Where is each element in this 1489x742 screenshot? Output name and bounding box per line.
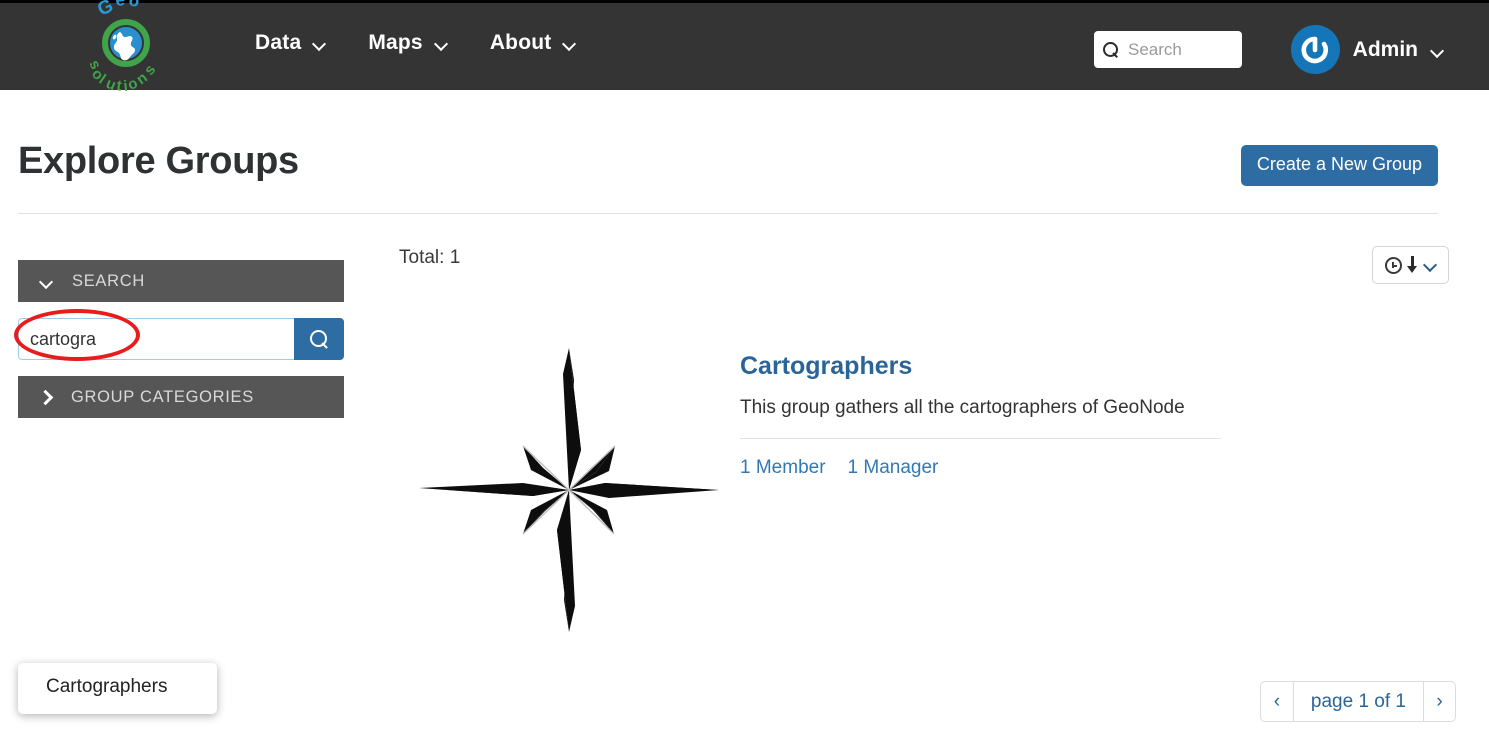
power-avatar-icon [1301, 36, 1329, 63]
group-categories-panel-header[interactable]: GROUP CATEGORIES [18, 376, 344, 418]
chevron-down-icon [1423, 260, 1437, 270]
nav-item-maps-label: Maps [368, 31, 423, 54]
search-icon [309, 329, 329, 349]
main-nav: Data Maps About [255, 31, 576, 55]
geosolutions-logo[interactable]: G e o s o l u t i o n s [76, 0, 176, 95]
chevron-down-icon [40, 277, 53, 285]
sidebar-search-row [14, 309, 344, 361]
filter-sidebar: SEARCH GROUP CATEGORIES Cartographers [14, 260, 344, 714]
pagination-next-button[interactable]: › [1423, 681, 1456, 722]
pagination-label: page 1 of 1 [1292, 681, 1423, 722]
header-search-input[interactable] [1128, 39, 1233, 60]
card-separator [740, 438, 1221, 439]
chevron-down-icon [563, 39, 576, 47]
svg-text:o: o [127, 0, 141, 11]
avatar[interactable] [1290, 25, 1340, 74]
chevron-down-icon [435, 39, 448, 47]
search-panel-header[interactable]: SEARCH [18, 260, 344, 302]
clock-icon [1384, 256, 1402, 274]
compass-rose-icon [419, 348, 719, 632]
site-header: G e o s o l u t i o n s Data Maps About [0, 0, 1489, 95]
search-icon [1103, 41, 1119, 58]
results-total-label: Total: 1 [399, 247, 461, 268]
svg-text:e: e [114, 0, 125, 10]
chevron-down-icon [1431, 46, 1444, 54]
arrow-down-icon [1407, 256, 1418, 274]
page-title: Explore Groups [18, 140, 299, 182]
nav-item-data-label: Data [255, 31, 302, 54]
search-autocomplete-dropdown: Cartographers [18, 663, 217, 714]
sidebar-search-input[interactable] [18, 318, 294, 360]
pagination-prev-button[interactable]: ‹ [1259, 681, 1293, 722]
sort-control[interactable] [1372, 246, 1449, 284]
chevron-right-icon [40, 391, 52, 403]
create-new-group-button[interactable]: Create a New Group [1240, 145, 1438, 186]
group-categories-panel-title: GROUP CATEGORIES [71, 387, 254, 406]
nav-item-maps[interactable]: Maps [368, 31, 447, 55]
title-divider [18, 213, 1438, 214]
autocomplete-item[interactable]: Cartographers [18, 672, 217, 702]
group-meta-row: 1 Member 1 Manager [740, 457, 1429, 479]
svg-text:t: t [115, 77, 122, 95]
pagination: ‹ page 1 of 1 › [1259, 681, 1456, 722]
header-search-box[interactable] [1094, 31, 1242, 68]
group-card-body: Cartographers This group gathers all the… [739, 330, 1429, 650]
group-result-card: Cartographers This group gathers all the… [399, 330, 1429, 650]
chevron-down-icon [313, 39, 326, 47]
nav-item-data[interactable]: Data [255, 31, 326, 55]
nav-item-about-label: About [489, 31, 552, 54]
group-description: This group gathers all the cartographers… [740, 397, 1185, 418]
sidebar-search-submit-button[interactable] [294, 318, 344, 360]
group-members-link[interactable]: 1 Member [740, 457, 826, 479]
group-managers-link[interactable]: 1 Manager [848, 457, 939, 479]
svg-text:G: G [94, 0, 116, 21]
group-title-link[interactable]: Cartographers [740, 352, 912, 381]
nav-item-about[interactable]: About [490, 31, 577, 55]
group-thumbnail[interactable] [399, 330, 739, 650]
search-panel-title: SEARCH [72, 271, 145, 290]
user-menu[interactable]: Admin [1290, 25, 1444, 74]
user-name-label: Admin [1352, 37, 1418, 61]
